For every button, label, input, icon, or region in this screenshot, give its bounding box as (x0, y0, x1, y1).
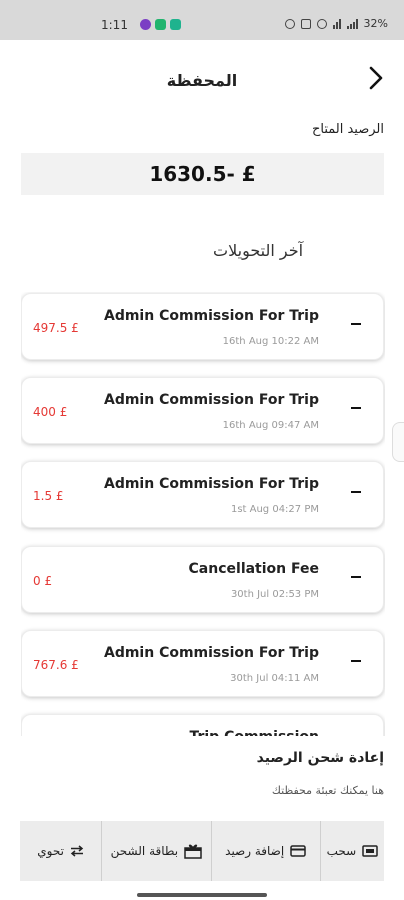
recharge-title: إعادة شحن الرصيد (256, 750, 384, 766)
wallet-actions-bar: سحب إضافة رصيد بطاقة الشحن تحوي (20, 821, 384, 881)
app-notification-icon (155, 19, 166, 30)
minus-icon (351, 660, 361, 662)
app-notification-icon (170, 19, 181, 30)
cash-icon (362, 845, 378, 857)
app-notification-icon (140, 19, 151, 30)
transaction-title: Cancellation Fee (188, 561, 319, 577)
alarm-icon (284, 18, 295, 29)
swap-arrows-icon (70, 845, 84, 857)
signal-icon (346, 18, 358, 29)
transaction-date: 30th Jul 02:53 PM (230, 589, 319, 600)
add-balance-label: إضافة رصيد (225, 844, 285, 858)
transaction-title: Admin Commission For Trip (103, 476, 319, 492)
status-time: 1:11 (101, 18, 128, 32)
back-button[interactable] (364, 63, 388, 93)
withdraw-label: سحب (326, 844, 357, 858)
transaction-card[interactable]: Cancellation Fee 30th Jul 02:53 PM 0 £ (21, 546, 384, 613)
transaction-date: 16th Aug 10:22 AM (222, 336, 319, 347)
minus-icon (351, 576, 361, 578)
balance-label: الرصيد المتاح (311, 122, 384, 137)
location-icon (316, 18, 327, 29)
transfer-label: تحوي (37, 844, 64, 858)
chevron-right-icon (369, 66, 383, 90)
transaction-card[interactable]: Admin Commission For Trip 1st Aug 04:27 … (21, 461, 384, 528)
status-app-icons (140, 19, 181, 30)
recharge-subtitle: هنا يمكنك تعبئة محفظتك (271, 784, 384, 797)
withdraw-button[interactable]: سحب (319, 821, 384, 881)
transaction-title: Admin Commission For Trip (103, 645, 319, 661)
transaction-card[interactable]: Admin Commission For Trip 16th Aug 09:47… (21, 377, 384, 444)
transaction-amount: 1.5 £ (33, 489, 64, 503)
vibrate-icon (300, 18, 311, 29)
minus-icon (351, 491, 361, 493)
transaction-title: Admin Commission For Trip (103, 392, 319, 408)
transaction-card[interactable]: Admin Commission For Trip 16th Aug 10:22… (21, 293, 384, 360)
gift-card-icon (184, 844, 202, 859)
transactions-list[interactable]: Admin Commission For Trip 16th Aug 10:22… (21, 292, 385, 737)
home-indicator[interactable] (137, 893, 267, 897)
recharge-sheet: إعادة شحن الرصيد هنا يمكنك تعبئة محفظتك … (0, 736, 404, 900)
page-title: المحفظة (166, 71, 238, 90)
wifi-icon (332, 18, 341, 29)
transaction-title: Admin Commission For Trip (103, 308, 319, 324)
transaction-date: 30th Jul 04:11 AM (230, 673, 319, 684)
balance-value: 1630.5- £ (21, 153, 384, 195)
transaction-amount: 0 £ (33, 574, 53, 588)
battery-percent: 32% (363, 17, 388, 30)
transaction-date: 16th Aug 09:47 AM (222, 420, 319, 431)
recharge-card-button[interactable]: بطاقة الشحن (101, 821, 210, 881)
side-drawer-handle[interactable] (392, 422, 404, 462)
transaction-amount: 400 £ (33, 405, 68, 419)
app-header: المحفظة (0, 55, 404, 105)
credit-card-icon (290, 845, 306, 857)
status-bar: 1:11 32% (0, 0, 404, 40)
minus-icon (351, 323, 361, 325)
status-indicators: 32% (284, 17, 388, 30)
minus-icon (351, 407, 361, 409)
transaction-card[interactable]: Trip Commission (21, 714, 384, 737)
transaction-amount: 767.6 £ (33, 658, 79, 672)
transaction-date: 1st Aug 04:27 PM (230, 504, 319, 515)
transaction-card[interactable]: Admin Commission For Trip 30th Jul 04:11… (21, 630, 384, 697)
transaction-amount: 497.5 £ (33, 321, 79, 335)
recharge-card-label: بطاقة الشحن (110, 844, 179, 858)
add-balance-button[interactable]: إضافة رصيد (210, 821, 320, 881)
transfer-button[interactable]: تحوي (20, 821, 101, 881)
transactions-section-title: آخر التحويلات (213, 241, 304, 260)
